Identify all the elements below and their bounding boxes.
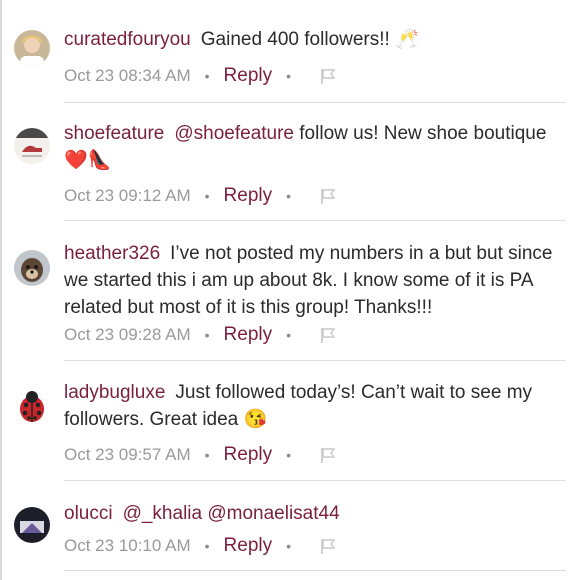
comment-body: Gained 400 followers!! 🥂	[200, 29, 419, 50]
comment-timestamp: Oct 23 10:10 AM	[64, 536, 191, 555]
comment-meta: Oct 23 08:34 AM • Reply •	[64, 64, 337, 88]
comment-divider	[64, 220, 566, 221]
separator-dot: •	[204, 327, 210, 343]
reply-button[interactable]: Reply	[224, 324, 273, 346]
flag-icon[interactable]	[319, 446, 337, 464]
separator-dot: •	[204, 538, 210, 554]
comment-username[interactable]: heather326	[64, 243, 160, 264]
separator-dot: •	[204, 68, 210, 84]
separator-dot: •	[286, 327, 292, 343]
separator-dot: •	[204, 447, 210, 463]
comment-timestamp: Oct 23 08:34 AM	[64, 66, 191, 85]
comment-text: heather326 I’ve not posted my numbers in …	[64, 240, 564, 321]
comment-divider	[64, 360, 566, 361]
reply-button[interactable]: Reply	[224, 185, 273, 207]
flag-icon[interactable]	[319, 67, 337, 85]
shoe-logo-avatar[interactable]	[14, 128, 50, 164]
separator-dot: •	[286, 68, 292, 84]
reply-button[interactable]: Reply	[224, 65, 273, 87]
comment-meta: Oct 23 09:28 AM • Reply •	[64, 323, 337, 347]
ladybug-avatar[interactable]	[14, 388, 50, 424]
comment-timestamp: Oct 23 09:57 AM	[64, 445, 191, 464]
comment-meta: Oct 23 10:10 AM • Reply •	[64, 534, 337, 558]
reply-button[interactable]: Reply	[224, 535, 273, 557]
comment-meta: Oct 23 09:57 AM • Reply •	[64, 443, 337, 467]
comment-username[interactable]: ladybugluxe	[64, 382, 165, 403]
comment-divider	[64, 102, 566, 103]
comment-text: ladybugluxe Just followed today’s! Can’t …	[64, 379, 564, 433]
comment-username[interactable]: shoefeature	[64, 123, 164, 144]
separator-dot: •	[204, 188, 210, 204]
comment-username[interactable]: curatedfouryou	[64, 29, 191, 50]
comment-text: curatedfouryou Gained 400 followers!! 🥂	[64, 26, 564, 53]
comment-mention[interactable]: @monaelisat44	[207, 503, 339, 524]
left-edge-border	[0, 0, 2, 580]
dark-logo-avatar[interactable]	[14, 507, 50, 543]
comment-text: olucci @_khalia @monaelisat44	[64, 500, 564, 527]
comment-meta: Oct 23 09:12 AM • Reply •	[64, 184, 337, 208]
separator-dot: •	[286, 188, 292, 204]
flag-icon[interactable]	[319, 326, 337, 344]
woman-portrait-avatar[interactable]	[14, 30, 50, 66]
comment-timestamp: Oct 23 09:12 AM	[64, 186, 191, 205]
reply-button[interactable]: Reply	[224, 444, 273, 466]
comment-timestamp: Oct 23 09:28 AM	[64, 325, 191, 344]
flag-icon[interactable]	[319, 187, 337, 205]
comment-username[interactable]: olucci	[64, 503, 113, 524]
comment-divider	[64, 480, 566, 481]
comment-text: shoefeature @shoefeature follow us! New s…	[64, 120, 564, 174]
separator-dot: •	[286, 538, 292, 554]
comment-divider	[64, 570, 566, 571]
comment-mention[interactable]: @shoefeature	[174, 123, 294, 144]
flag-icon[interactable]	[319, 537, 337, 555]
comment-mention[interactable]: @_khalia	[123, 503, 203, 524]
dog-avatar[interactable]	[14, 250, 50, 286]
separator-dot: •	[286, 447, 292, 463]
